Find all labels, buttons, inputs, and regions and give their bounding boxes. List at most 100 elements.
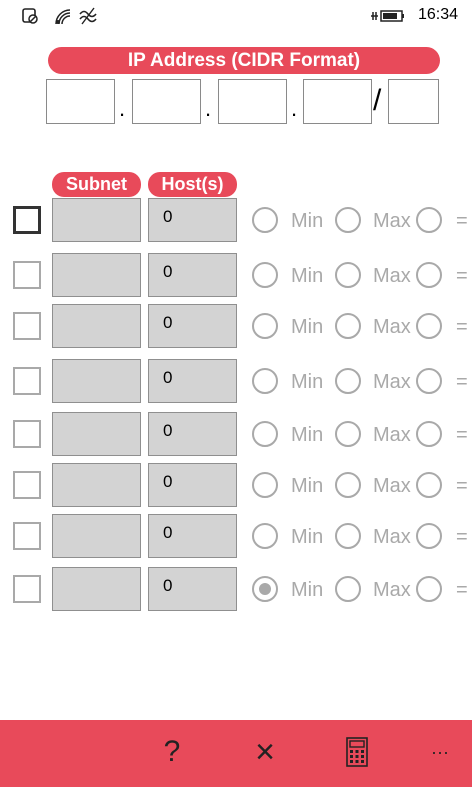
row-checkbox[interactable] (13, 420, 41, 448)
min-radio[interactable] (252, 576, 278, 602)
hosts-field[interactable]: 0 (148, 514, 237, 558)
row-checkbox[interactable] (13, 312, 41, 340)
equal-radio[interactable] (416, 472, 442, 498)
help-icon: ? (163, 735, 181, 768)
hosts-field[interactable]: 0 (148, 198, 237, 242)
clock: 16:34 (417, 6, 458, 23)
status-bar: 16:34 (0, 0, 472, 32)
row-checkbox[interactable] (13, 522, 41, 550)
prefix-separator: / (373, 84, 382, 117)
min-label: Min (291, 265, 324, 287)
hosts-field[interactable]: 0 (148, 412, 237, 456)
equal-label: = (456, 265, 468, 287)
min-label: Min (291, 424, 324, 446)
wifi-icon (55, 9, 71, 25)
min-radio[interactable] (252, 421, 278, 447)
octet-1-input[interactable] (46, 79, 115, 124)
subnet-field[interactable] (52, 304, 141, 348)
hosts-field[interactable]: 0 (148, 463, 237, 507)
equal-radio[interactable] (416, 262, 442, 288)
max-radio[interactable] (335, 421, 361, 447)
min-label: Min (291, 316, 324, 338)
hosts-column-header: Host(s) (148, 172, 237, 197)
octet-2-input[interactable] (132, 79, 201, 124)
hosts-field[interactable]: 0 (148, 304, 237, 348)
max-label: Max (373, 316, 411, 338)
max-label: Max (373, 526, 411, 548)
subnet-field[interactable] (52, 359, 141, 403)
max-radio[interactable] (335, 576, 361, 602)
equal-label: = (456, 526, 468, 548)
clear-icon: × (255, 733, 275, 771)
equal-radio[interactable] (416, 368, 442, 394)
hosts-field[interactable]: 0 (148, 359, 237, 403)
max-label: Max (373, 424, 411, 446)
max-radio[interactable] (335, 472, 361, 498)
location-off-icon (22, 8, 38, 24)
max-radio[interactable] (335, 368, 361, 394)
max-label: Max (373, 579, 411, 601)
min-radio[interactable] (252, 207, 278, 233)
row-checkbox[interactable] (13, 471, 41, 499)
equal-radio[interactable] (416, 207, 442, 233)
max-label: Max (373, 371, 411, 393)
subnet-row: 0 Min Max = (0, 513, 472, 561)
equal-radio[interactable] (416, 421, 442, 447)
prefix-length-input[interactable] (388, 79, 439, 124)
ip-address-title: IP Address (CIDR Format) (48, 47, 440, 74)
subnet-row: 0 Min Max = (0, 252, 472, 300)
equal-label: = (456, 371, 468, 393)
min-radio[interactable] (252, 472, 278, 498)
hosts-field[interactable]: 0 (148, 253, 237, 297)
max-radio[interactable] (335, 262, 361, 288)
subnet-row: 0 Min Max = (0, 197, 472, 245)
octet-separator: . (205, 96, 212, 121)
calculate-button[interactable] (335, 730, 379, 774)
min-radio[interactable] (252, 313, 278, 339)
octet-separator: . (291, 96, 298, 121)
max-radio[interactable] (335, 313, 361, 339)
more-icon: ··· (431, 742, 449, 762)
more-button[interactable]: ··· (418, 730, 462, 774)
subnet-field[interactable] (52, 463, 141, 507)
min-label: Min (291, 475, 324, 497)
battery-charging-icon (371, 10, 404, 22)
row-checkbox[interactable] (13, 206, 41, 234)
subnet-field[interactable] (52, 198, 141, 242)
equal-radio[interactable] (416, 576, 442, 602)
equal-radio[interactable] (416, 313, 442, 339)
subnet-field[interactable] (52, 253, 141, 297)
min-radio[interactable] (252, 523, 278, 549)
min-label: Min (291, 210, 324, 232)
subnet-row: 0 Min Max = (0, 411, 472, 459)
max-radio[interactable] (335, 523, 361, 549)
equal-label: = (456, 579, 468, 601)
subnet-field[interactable] (52, 567, 141, 611)
subnet-column-header: Subnet (52, 172, 141, 197)
row-checkbox[interactable] (13, 261, 41, 289)
octet-3-input[interactable] (218, 79, 287, 124)
subnet-row: 0 Min Max = (0, 358, 472, 406)
max-label: Max (373, 265, 411, 287)
equal-radio[interactable] (416, 523, 442, 549)
subnet-row: 0 Min Max = (0, 303, 472, 351)
max-label: Max (373, 210, 411, 232)
octet-4-input[interactable] (303, 79, 372, 124)
clear-button[interactable]: × (243, 730, 287, 774)
min-label: Min (291, 526, 324, 548)
min-radio[interactable] (252, 368, 278, 394)
octet-separator: . (119, 96, 126, 121)
equal-label: = (456, 424, 468, 446)
help-button[interactable]: ? (150, 730, 194, 774)
subnet-field[interactable] (52, 412, 141, 456)
max-radio[interactable] (335, 207, 361, 233)
hosts-field[interactable]: 0 (148, 567, 237, 611)
subnet-row: 0 Min Max = (0, 566, 472, 614)
row-checkbox[interactable] (13, 367, 41, 395)
max-label: Max (373, 475, 411, 497)
network-icon (79, 7, 97, 25)
row-checkbox[interactable] (13, 575, 41, 603)
subnet-row: 0 Min Max = (0, 462, 472, 510)
subnet-field[interactable] (52, 514, 141, 558)
min-radio[interactable] (252, 262, 278, 288)
